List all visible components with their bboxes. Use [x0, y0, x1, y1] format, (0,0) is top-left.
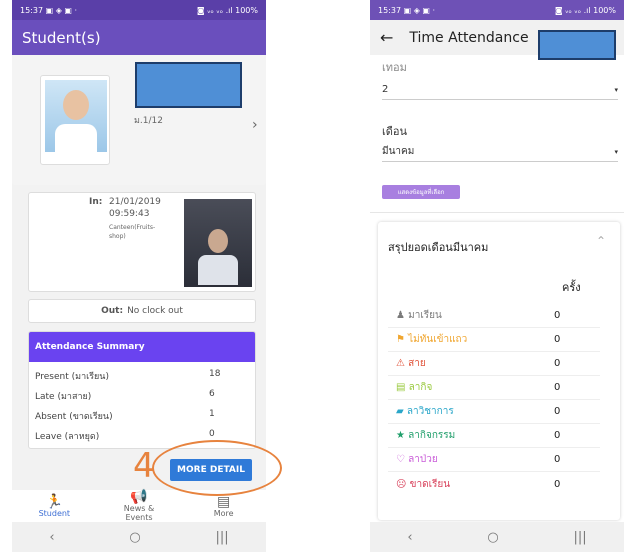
term-select[interactable]: 2 ▾: [382, 80, 618, 100]
summary-row-absent: Absent (ขาดเรียน) 1: [35, 409, 215, 422]
warning-icon: ⚠: [396, 358, 405, 369]
page-title: Student(s): [22, 28, 101, 47]
monthly-summary-title: สรุปยอดเดือนมีนาคม: [388, 241, 489, 254]
summary-row-absent: ☹ ขาดเรียน 0: [396, 478, 561, 490]
summary-row-late: Late (มาสาย) 6: [35, 389, 215, 402]
count-header: ครั้ง: [562, 281, 581, 294]
attendance-summary-card: Attendance Summary Present (มาเรียน) 18 L…: [28, 331, 256, 449]
status-right: ◙ ᵥₒ ᵥₒ .ıl 100%: [554, 5, 616, 15]
back-arrow-icon[interactable]: ←: [380, 28, 393, 47]
status-bar: 15:37 ▣ ◈ ▣ · ◙ ᵥₒ ᵥₒ .ıl 100%: [12, 0, 266, 20]
home-nav-icon[interactable]: ○: [487, 530, 498, 545]
student-photo: [45, 80, 107, 152]
time-attendance-screen: 15:37 ▣ ◈ ▣ · ◙ ᵥₒ ᵥₒ .ıl 100% ← Time At…: [370, 0, 624, 552]
summary-row-late-line: ⚑ ไม่ทันเข้าแถว 0: [388, 328, 600, 352]
tab-student[interactable]: 🏃 Student: [24, 490, 84, 522]
back-nav-icon[interactable]: ‹: [407, 530, 412, 545]
person-icon: ♟: [396, 310, 405, 321]
clock-out-value: No clock out: [127, 306, 183, 316]
back-nav-icon[interactable]: ‹: [49, 530, 54, 545]
dropdown-arrow-icon: ▾: [614, 147, 618, 156]
heart-icon: ♡: [396, 454, 405, 465]
summary-row-late: ⚠ สาย 0: [388, 352, 600, 376]
clock-in-date: 21/01/2019: [109, 197, 161, 207]
divider: [370, 212, 624, 213]
home-nav-icon[interactable]: ○: [129, 530, 140, 545]
student-icon: 🏃: [45, 493, 64, 510]
page-title: Time Attendance: [409, 29, 529, 46]
student-shirt: [55, 124, 97, 152]
summary-row-sick-leave: ♡ ลาป่วย 0: [388, 448, 600, 472]
monthly-summary-card: สรุปยอดเดือนมีนาคม ⌃ ครั้ง ♟ มาเรียน 0 ⚑ …: [378, 222, 620, 520]
summary-row-academic-leave: ▰ ลาวิชาการ 0: [388, 400, 600, 424]
app-bar: Student(s): [12, 20, 266, 55]
chevron-up-icon[interactable]: ⌃: [596, 234, 606, 248]
attendance-summary-list: Present (มาเรียน) 18 Late (มาสาย) 6 Absent…: [29, 362, 255, 446]
dropdown-arrow-icon: ▾: [614, 85, 618, 94]
recents-nav-icon[interactable]: |||: [215, 530, 228, 545]
clock-out-label: Out:: [101, 306, 124, 316]
attendance-summary-title: Attendance Summary: [29, 332, 255, 362]
star-icon: ★: [396, 430, 405, 441]
redaction-box: [538, 30, 616, 60]
summary-row-present: Present (มาเรียน) 18: [35, 369, 221, 382]
clock-in-place: Canteen(Fruits-shop): [109, 224, 156, 240]
status-time: 15:37 ▣ ◈ ▣ ·: [378, 5, 436, 15]
clock-in-label: In:: [89, 197, 103, 207]
status-time: 15:37 ▣ ◈ ▣ ·: [20, 5, 78, 15]
clock-in-time: 09:59:43: [109, 209, 150, 219]
clock-in-body: [198, 255, 238, 285]
month-label: เดือน: [382, 125, 408, 138]
clock-in-face: [208, 229, 228, 253]
term-label: เทอม: [382, 61, 407, 74]
chevron-right-icon[interactable]: ›: [252, 117, 258, 133]
megaphone-icon: 📢: [130, 489, 148, 505]
summary-row-activity-leave: ★ ลากิจกรรม 0: [388, 424, 600, 448]
sad-face-icon: ☹: [396, 478, 407, 490]
clock-out-card: Out: No clock out: [28, 299, 256, 323]
more-icon: ▤: [217, 493, 231, 510]
clock-in-photo: [184, 199, 252, 287]
clock-in-card: In: 21/01/2019 09:59:43 Canteen(Fruits-s…: [28, 192, 256, 292]
student-class: ม.1/12: [134, 116, 164, 126]
flag-icon: ⚑: [396, 334, 405, 345]
briefcase-icon: ▤: [396, 382, 406, 393]
month-select[interactable]: มีนาคม ▾: [382, 142, 618, 162]
highlight-ellipse: [152, 440, 282, 496]
tab-news-events[interactable]: 📢 News & Events: [109, 490, 169, 522]
system-nav-bar: ‹ ○ |||: [12, 522, 266, 552]
status-bar: 15:37 ▣ ◈ ▣ · ◙ ᵥₒ ᵥₒ .ıl 100%: [370, 0, 624, 20]
summary-row-present: ♟ มาเรียน 0: [388, 304, 600, 328]
system-nav-bar: ‹ ○ |||: [370, 522, 624, 552]
student-face: [63, 90, 89, 120]
recents-nav-icon[interactable]: |||: [573, 530, 586, 545]
book-icon: ▰: [396, 406, 404, 417]
summary-row-personal-leave: ▤ ลากิจ 0: [388, 376, 600, 400]
status-right: ◙ ᵥₒ ᵥₒ .ıl 100%: [196, 5, 258, 15]
redaction-box: [135, 62, 242, 108]
student-photo-frame: [40, 75, 110, 165]
show-data-button[interactable]: แสดงข้อมูลที่เลือก: [382, 185, 460, 199]
